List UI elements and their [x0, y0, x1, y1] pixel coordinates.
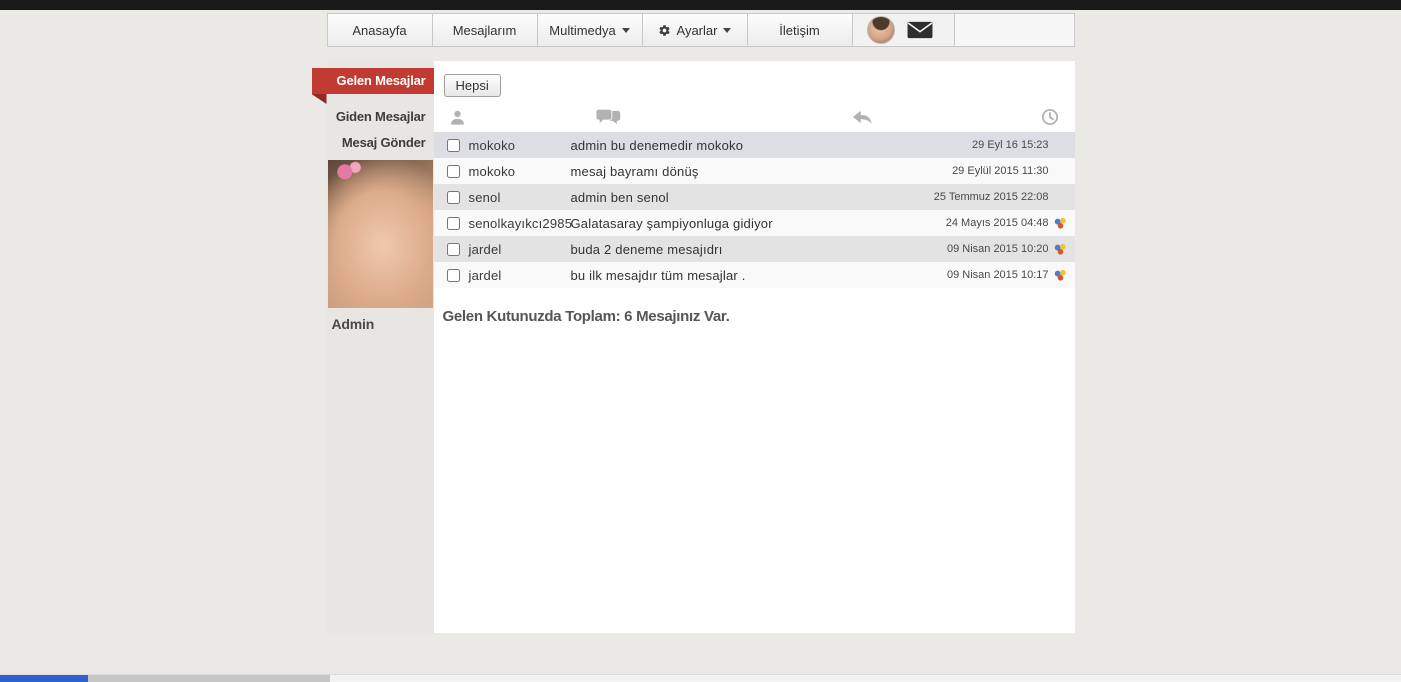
- message-checkbox[interactable]: [447, 191, 460, 204]
- content-area: Gelen Mesajlar Giden Mesajlar Mesaj Gönd…: [327, 61, 1075, 633]
- ribbon-fold: [312, 94, 327, 104]
- nav-iletisim[interactable]: İletişim: [748, 14, 853, 46]
- message-sender: jardel: [469, 268, 571, 283]
- message-column-icon: [596, 108, 621, 127]
- message-row[interactable]: mokoko mesaj bayramı dönüş 29 Eylül 2015…: [434, 158, 1075, 184]
- message-checkbox[interactable]: [447, 217, 460, 230]
- message-date: 29 Eylül 2015 11:30: [952, 165, 1048, 177]
- column-header: [434, 106, 1075, 132]
- message-subject[interactable]: admin ben senol: [571, 190, 934, 205]
- nav-multimedya[interactable]: Multimedya: [538, 14, 643, 46]
- sidebar: Gelen Mesajlar Giden Mesajlar Mesaj Gönd…: [327, 61, 434, 633]
- message-date: 25 Temmuz 2015 22:08: [934, 191, 1049, 203]
- nav-anasayfa[interactable]: Anasayfa: [328, 14, 433, 46]
- chevron-down-icon: [622, 28, 630, 33]
- sender-column-icon: [448, 108, 467, 127]
- nav-filler: [955, 14, 1074, 46]
- message-checkbox[interactable]: [447, 269, 460, 282]
- envelope-icon[interactable]: [907, 21, 933, 39]
- message-sender: mokoko: [469, 164, 571, 179]
- message-row[interactable]: jardel bu ilk mesajdır tüm mesajlar . 09…: [434, 262, 1075, 288]
- inbox-summary: Gelen Kutunuzda Toplam: 6 Mesajınız Var.: [443, 308, 1075, 325]
- message-subject[interactable]: admin bu denemedir mokoko: [571, 138, 973, 153]
- avatar[interactable]: [867, 16, 895, 44]
- message-sender: senol: [469, 190, 571, 205]
- message-checkbox[interactable]: [447, 139, 460, 152]
- message-sender: mokoko: [469, 138, 571, 153]
- message-subject[interactable]: mesaj bayramı dönüş: [571, 164, 953, 179]
- new-badge-icon: [1054, 269, 1068, 282]
- scrollbar-accent: [0, 675, 88, 682]
- inbox-panel: Hepsi: [434, 61, 1075, 633]
- nav-mesajlarim[interactable]: Mesajlarım: [433, 14, 538, 46]
- time-column-icon: [1041, 108, 1059, 126]
- message-sender: senolkayıkcı2985: [469, 216, 571, 231]
- message-list: mokoko admin bu denemedir mokoko 29 Eyl …: [434, 132, 1075, 288]
- message-subject[interactable]: Galatasaray şampiyonluga gidiyor: [571, 216, 946, 231]
- message-date: 09 Nisan 2015 10:20: [947, 243, 1049, 255]
- message-date: 29 Eyl 16 15:23: [972, 139, 1048, 151]
- message-subject[interactable]: bu ilk mesajdır tüm mesajlar .: [571, 268, 947, 283]
- new-badge-icon: [1054, 243, 1068, 256]
- message-row[interactable]: jardel buda 2 deneme mesajıdrı 09 Nisan …: [434, 236, 1075, 262]
- message-checkbox[interactable]: [447, 243, 460, 256]
- sidebar-item-giden-mesajlar[interactable]: Giden Mesajlar: [327, 104, 434, 130]
- gear-icon: [658, 24, 671, 37]
- nav-ayarlar[interactable]: Ayarlar: [643, 14, 748, 46]
- main-nav: Anasayfa Mesajlarım Multimedya Ayarlar İ…: [327, 13, 1075, 47]
- horizontal-scrollbar[interactable]: [0, 674, 1401, 682]
- top-bar: [0, 0, 1401, 10]
- sidebar-item-mesaj-gonder[interactable]: Mesaj Gönder: [327, 130, 434, 156]
- sidebar-item-gelen-mesajlar[interactable]: Gelen Mesajlar: [312, 68, 434, 94]
- admin-label: Admin: [327, 308, 434, 332]
- scrollbar-thumb[interactable]: [88, 675, 330, 682]
- nav-ayarlar-label: Ayarlar: [677, 23, 718, 38]
- message-sender: jardel: [469, 242, 571, 257]
- message-row[interactable]: mokoko admin bu denemedir mokoko 29 Eyl …: [434, 132, 1075, 158]
- message-row[interactable]: senol admin ben senol 25 Temmuz 2015 22:…: [434, 184, 1075, 210]
- new-badge-icon: [1054, 217, 1068, 230]
- message-date: 24 Mayıs 2015 04:48: [946, 217, 1049, 229]
- nav-user-area: [853, 14, 955, 46]
- filter-all-button[interactable]: Hepsi: [444, 74, 501, 97]
- nav-multimedya-label: Multimedya: [549, 23, 615, 38]
- message-subject[interactable]: buda 2 deneme mesajıdrı: [571, 242, 947, 257]
- reply-column-icon: [852, 108, 873, 126]
- chevron-down-icon: [723, 28, 731, 33]
- message-checkbox[interactable]: [447, 165, 460, 178]
- message-row[interactable]: senolkayıkcı2985 Galatasaray şampiyonlug…: [434, 210, 1075, 236]
- profile-photo: [328, 160, 433, 308]
- message-date: 09 Nisan 2015 10:17: [947, 269, 1049, 281]
